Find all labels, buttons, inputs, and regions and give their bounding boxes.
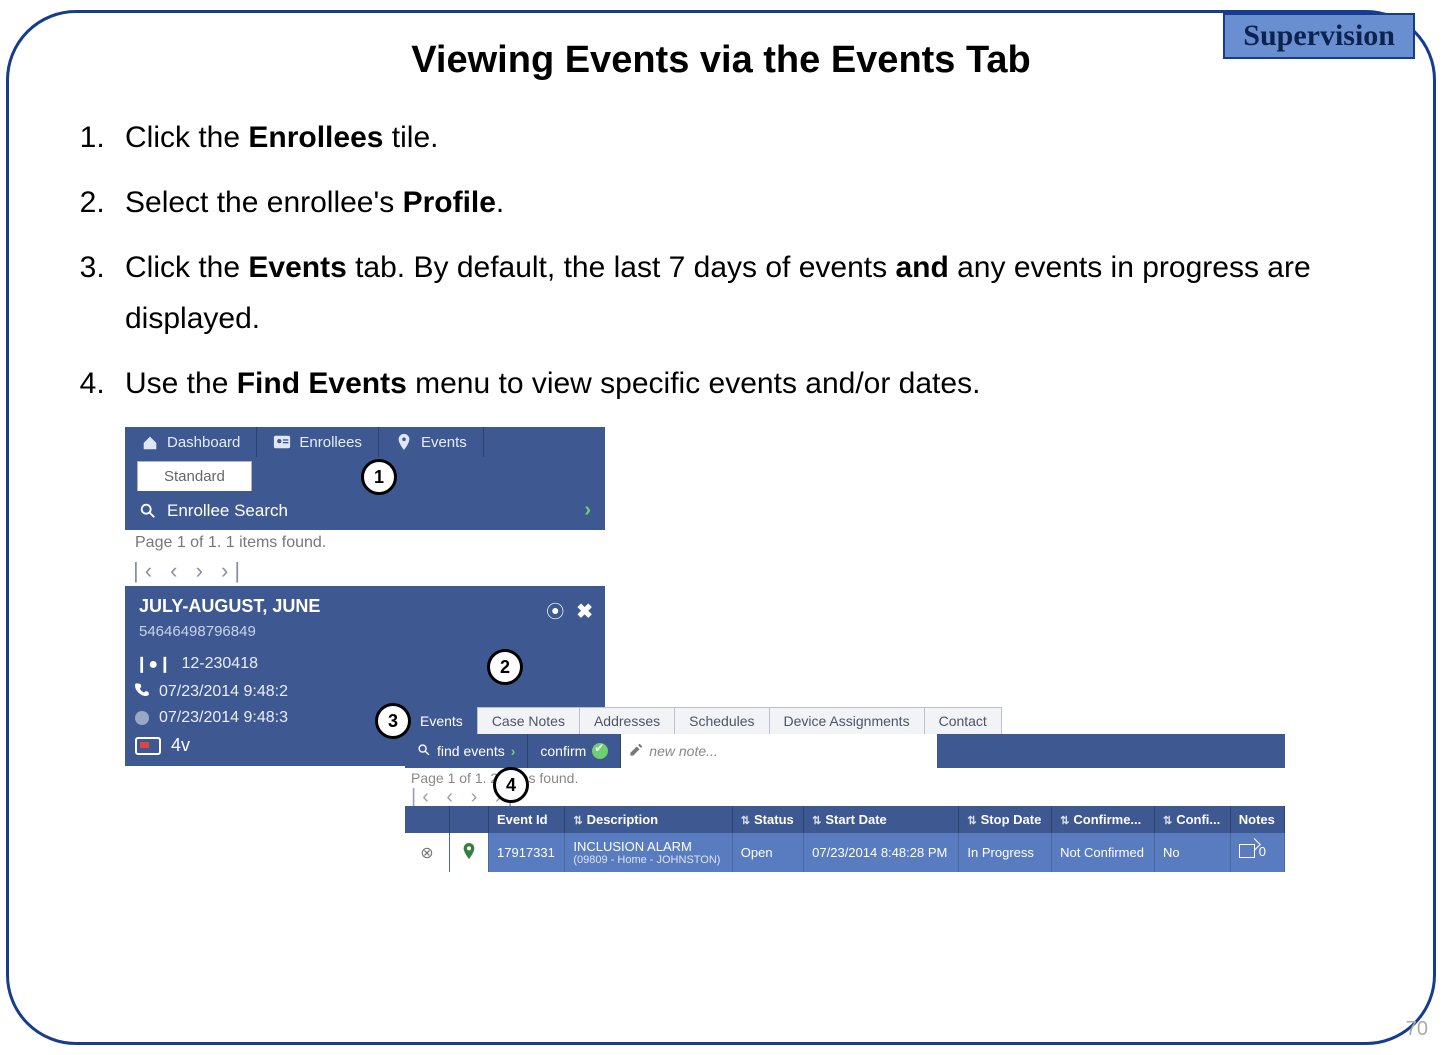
map-pin-icon (395, 433, 413, 451)
search-pager[interactable]: |‹ ‹ › ›| (125, 556, 605, 586)
dashboard-icon (141, 433, 159, 451)
cell-notes[interactable]: 0 (1230, 833, 1284, 872)
note-icon (1239, 844, 1255, 858)
profile-action-icons: ⦿ ✖ (546, 598, 593, 624)
tab-case-notes[interactable]: Case Notes (477, 707, 580, 734)
enrollee-name: JULY-AUGUST, JUNE (139, 596, 591, 617)
col-start-date[interactable]: ⇅Start Date (804, 806, 959, 833)
search-label: Enrollee Search (167, 501, 288, 521)
cell-confirmed: Not Confirmed (1052, 833, 1155, 872)
locate-icon[interactable]: ⦿ (546, 598, 564, 624)
col-event-id[interactable]: Event Id (489, 806, 565, 833)
instruction-step: Click the Enrollees tile. (113, 112, 1399, 163)
sort-icon: ⇅ (1163, 815, 1172, 827)
collapse-icon[interactable]: ˄˅ (401, 566, 422, 587)
events-toolbar: find events › confirm new note... (405, 734, 1285, 768)
cell-event-id: 17917331 (489, 833, 565, 872)
nav-tab-label: Events (421, 434, 467, 451)
circle-x-icon: ⊗ (420, 845, 433, 862)
cell-start-date: 07/23/2014 8:48:28 PM (804, 833, 959, 872)
chevron-right-icon[interactable]: › (584, 499, 591, 522)
edit-icon (629, 743, 643, 760)
instruction-step: Use the Find Events menu to view specifi… (113, 358, 1399, 409)
nav-tab-enrollees[interactable]: Enrollees (257, 427, 379, 457)
tab-events[interactable]: Events (405, 707, 478, 734)
battery-icon (135, 737, 161, 755)
sort-icon: ⇅ (812, 815, 821, 827)
nav-tab-dashboard[interactable]: Dashboard (125, 427, 257, 457)
nav-tab-label: Enrollees (299, 434, 362, 451)
instruction-step: Select the enrollee's Profile. (113, 177, 1399, 228)
sort-icon: ⇅ (741, 815, 750, 827)
device-label: 07/23/2014 9:48:2 (159, 683, 288, 701)
cell-confi: No (1154, 833, 1230, 872)
instruction-list: Click the Enrollees tile. Select the enr… (43, 112, 1399, 409)
search-icon (139, 502, 157, 520)
col-description[interactable]: ⇅Description (565, 806, 732, 833)
callout-1: 1 (361, 459, 397, 495)
enrollee-profile[interactable]: ˄˅ JULY-AUGUST, JUNE 54646498796849 ⦿ ✖ (125, 586, 605, 650)
events-table-head: Event Id ⇅Description ⇅Status ⇅Start Dat… (405, 806, 1285, 833)
col-status[interactable]: ⇅Status (732, 806, 803, 833)
device-label: 12-230418 (181, 655, 258, 673)
tab-schedules[interactable]: Schedules (674, 707, 769, 734)
enrollee-search-row[interactable]: Enrollee Search › (125, 491, 605, 530)
confirm-button[interactable]: confirm (528, 734, 621, 768)
marker-icon: ❙●❙ (135, 654, 171, 674)
battery-value: 4v (171, 735, 190, 756)
nav-tab-label: Dashboard (167, 434, 240, 451)
device-row[interactable]: ❙●❙ 12-230418 (125, 650, 605, 678)
new-note-input[interactable]: new note... (621, 734, 937, 768)
device-label: 07/23/2014 9:48:3 (159, 709, 288, 727)
enrollee-id: 54646498796849 (139, 623, 591, 640)
col-confirmed[interactable]: ⇅Confirme... (1052, 806, 1155, 833)
chevron-right-icon: › (511, 743, 516, 759)
cell-status: Open (732, 833, 803, 872)
detail-tabstrip: Events Case Notes Addresses Schedules De… (405, 707, 1001, 734)
check-circle-icon (592, 743, 608, 759)
callout-2: 2 (487, 649, 523, 685)
tab-standard[interactable]: Standard (137, 461, 252, 491)
toolbar-label: confirm (540, 743, 586, 759)
events-table: Event Id ⇅Description ⇅Status ⇅Start Dat… (405, 806, 1285, 872)
find-events-button[interactable]: find events › (405, 734, 528, 768)
person-card-icon (273, 433, 291, 451)
col-blank (450, 806, 489, 833)
app-embed: Dashboard Enrollees Events Standard (125, 427, 1285, 766)
page-title: Viewing Events via the Events Tab (43, 39, 1399, 82)
sort-icon: ⇅ (967, 815, 976, 827)
top-nav: Dashboard Enrollees Events (125, 427, 605, 457)
col-stop-date[interactable]: ⇅Stop Date (959, 806, 1052, 833)
tab-device-assignments[interactable]: Device Assignments (769, 707, 925, 734)
callout-4: 4 (493, 767, 529, 803)
section-badge: Supervision (1223, 13, 1415, 59)
col-notes[interactable]: Notes (1230, 806, 1284, 833)
row-action-locate[interactable] (450, 833, 489, 872)
sort-icon: ⇅ (1060, 815, 1069, 827)
dot-icon (135, 711, 149, 725)
cell-description: INCLUSION ALARM (09809 - Home - JOHNSTON… (565, 833, 732, 872)
phone-icon (135, 682, 149, 701)
nav-tab-events[interactable]: Events (379, 427, 484, 457)
new-note-placeholder: new note... (649, 743, 718, 759)
slide-frame: Supervision Viewing Events via the Event… (6, 10, 1436, 1045)
instruction-step: Click the Events tab. By default, the la… (113, 242, 1399, 344)
tab-addresses[interactable]: Addresses (579, 707, 675, 734)
callout-3: 3 (375, 703, 411, 739)
cell-stop-date: In Progress (959, 833, 1052, 872)
search-page-info: Page 1 of 1. 1 items found. (125, 530, 605, 556)
col-confi[interactable]: ⇅Confi... (1154, 806, 1230, 833)
col-blank (405, 806, 450, 833)
search-icon (417, 743, 431, 760)
sort-icon: ⇅ (573, 815, 582, 827)
tab-contact[interactable]: Contact (924, 707, 1002, 734)
event-row[interactable]: ⊗ 17917331 INCLUSION ALARM (09809 - Home… (405, 833, 1285, 872)
toolbar-label: find events (437, 743, 505, 759)
page-number: 70 (1406, 1018, 1428, 1041)
close-icon[interactable]: ✖ (576, 599, 593, 624)
row-action-delete[interactable]: ⊗ (405, 833, 450, 872)
toolbar-spacer (937, 734, 1285, 768)
device-row[interactable]: 07/23/2014 9:48:2 (125, 678, 605, 705)
